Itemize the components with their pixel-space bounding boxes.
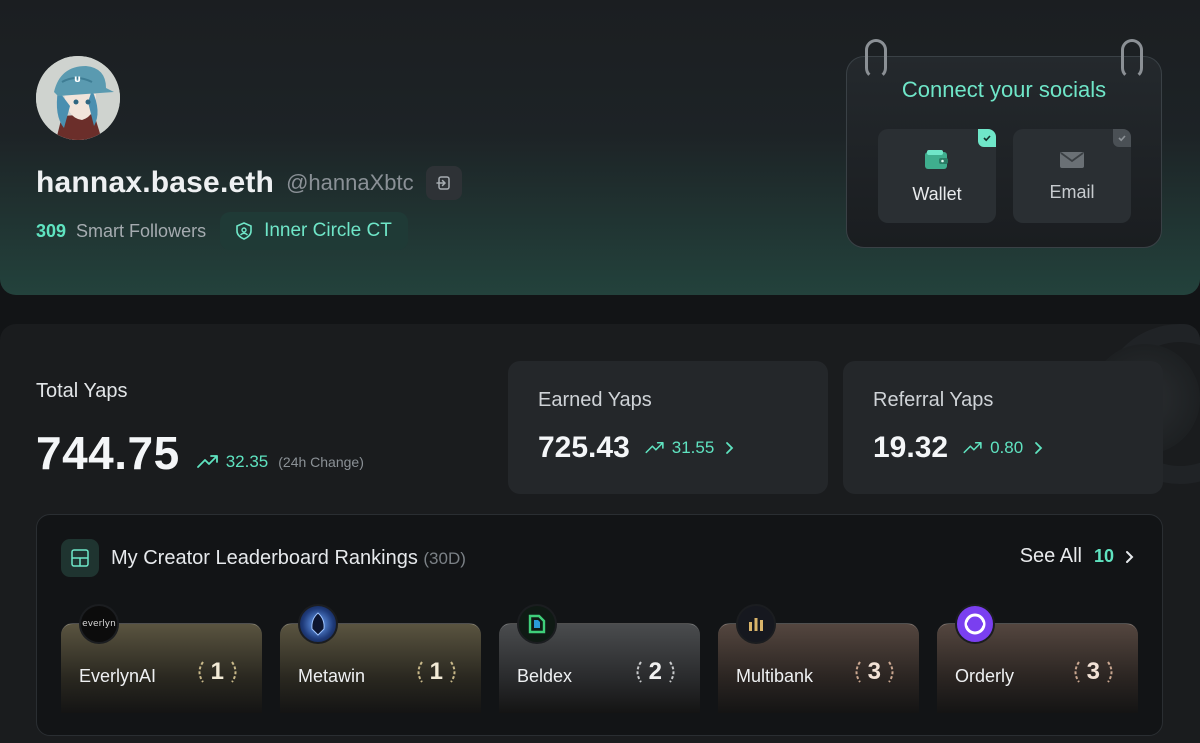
wallet-tile[interactable]: Wallet	[878, 129, 996, 223]
rank-card-orderly[interactable]: Orderly 3	[937, 604, 1138, 713]
leaderboard-period: (30D)	[423, 549, 466, 568]
email-label: Email	[1049, 181, 1095, 202]
rank-number: 1	[429, 658, 443, 685]
rank-number: 3	[1086, 658, 1100, 685]
referral-yaps-card[interactable]: Referral Yaps 19.32 0.80	[843, 361, 1163, 494]
creator-leaderboard: My Creator Leaderboard Rankings (30D) Se…	[36, 514, 1163, 736]
laurel-right-icon	[231, 661, 237, 683]
mail-icon	[1060, 151, 1084, 168]
connected-check-icon	[978, 129, 996, 147]
rank-card-beldex[interactable]: Beldex 2	[499, 604, 700, 713]
laurel-left-icon	[1074, 661, 1080, 683]
username-row: hannax.base.eth @hannaXbtc	[36, 166, 462, 200]
see-all-count: 10	[1093, 546, 1114, 566]
email-tile[interactable]: Email	[1013, 129, 1131, 223]
trend-up-icon	[196, 455, 218, 468]
everlynai-logo-text: everlyn	[82, 619, 116, 629]
earned-yaps-value: 725.43	[538, 431, 630, 464]
earned-yaps-row: 725.43 31.55	[538, 431, 734, 465]
total-yaps-value: 744.75	[36, 427, 180, 479]
rank-name: EverlynAI	[79, 666, 157, 686]
earned-yaps-change: 31.55	[671, 438, 715, 457]
referral-yaps-value: 19.32	[873, 431, 949, 464]
everlynai-logo: everlyn	[79, 604, 119, 644]
total-yaps-label: Total Yaps	[36, 380, 128, 402]
rank-badge: 2	[633, 658, 678, 686]
binder-ring-left	[865, 39, 887, 79]
unconnected-check-icon	[1113, 129, 1131, 147]
see-all-label: See All	[1019, 545, 1082, 567]
chevron-right-icon	[1126, 550, 1134, 563]
rank-card-metawin[interactable]: Metawin 1	[280, 604, 481, 713]
rank-badge: 1	[414, 658, 459, 686]
referral-yaps-row: 19.32 0.80	[873, 431, 1043, 465]
referral-yaps-label: Referral Yaps	[873, 389, 994, 411]
svg-text:ᴜ: ᴜ	[74, 74, 81, 85]
handle[interactable]: @hannaXbtc	[286, 170, 414, 196]
referral-yaps-change: 0.80	[990, 438, 1024, 457]
multibank-logo	[736, 604, 776, 644]
total-yaps-change: 32.35	[225, 452, 269, 471]
rank-number: 3	[867, 658, 881, 685]
socials-title: Connect your socials	[901, 77, 1107, 102]
change-note: (24h Change)	[278, 454, 364, 470]
wallet-icon	[925, 149, 948, 169]
logout-button[interactable]	[425, 166, 462, 200]
beldex-logo	[517, 604, 557, 644]
rank-badge: 3	[1071, 658, 1116, 686]
laurel-left-icon	[417, 661, 423, 683]
chevron-right-icon	[726, 442, 734, 454]
see-all-link[interactable]: See All 10	[1020, 545, 1134, 568]
laurel-right-icon	[669, 661, 675, 683]
earned-yaps-card[interactable]: Earned Yaps 725.43 31.55	[508, 361, 828, 494]
followers-label: Smart Followers	[76, 220, 207, 241]
yaps-stats-panel: Total Yaps 744.75 32.35 (24h Change) Ear…	[0, 324, 1200, 743]
rank-badge: 1	[195, 658, 240, 686]
laurel-right-icon	[450, 661, 456, 683]
earned-yaps-label: Earned Yaps	[538, 389, 652, 411]
followers-row: 309 Smart Followers Inner Circle CT	[36, 212, 408, 250]
metawin-logo	[298, 604, 338, 644]
rank-name: Metawin	[298, 666, 366, 686]
orderly-logo	[955, 604, 995, 644]
total-yaps-trend: 32.35 (24h Change)	[196, 452, 364, 480]
leaderboard-title-text: My Creator Leaderboard Rankings	[111, 547, 418, 569]
rank-card-everlynai[interactable]: everlyn EverlynAI 1	[61, 604, 262, 713]
laurel-right-icon	[888, 661, 894, 683]
leaderboard-icon	[61, 539, 99, 577]
binder-ring-right	[1121, 39, 1143, 79]
laurel-right-icon	[1107, 661, 1113, 683]
rank-name: Multibank	[736, 666, 814, 686]
inner-circle-badge[interactable]: Inner Circle CT	[220, 212, 408, 250]
laurel-left-icon	[198, 661, 204, 683]
avatar[interactable]: ᴜ	[36, 56, 120, 140]
rank-name: Orderly	[955, 666, 1015, 686]
followers-count: 309	[36, 220, 67, 241]
logout-icon	[435, 176, 450, 190]
rank-name: Beldex	[517, 666, 573, 686]
wallet-label: Wallet	[912, 183, 962, 204]
laurel-left-icon	[855, 661, 861, 683]
shield-icon	[236, 222, 252, 240]
display-name: hannax.base.eth	[36, 166, 275, 199]
rank-number: 2	[648, 658, 662, 685]
badge-label: Inner Circle CT	[264, 220, 392, 241]
leaderboard-title: My Creator Leaderboard Rankings (30D)	[111, 547, 466, 570]
total-yaps-row: 744.75 32.35 (24h Change)	[36, 426, 364, 480]
chevron-right-icon	[1035, 442, 1043, 454]
trend-up-icon	[645, 441, 664, 454]
trend-up-icon	[963, 441, 982, 454]
avatar-image: ᴜ	[36, 56, 120, 140]
rank-number: 1	[210, 658, 224, 685]
profile-header: ᴜ hannax.base.eth @hannaXbtc 309 Smart F…	[0, 0, 1200, 295]
laurel-left-icon	[636, 661, 642, 683]
rank-card-multibank[interactable]: Multibank 3	[718, 604, 919, 713]
rank-badge: 3	[852, 658, 897, 686]
connect-socials-card: Connect your socials Wallet Email	[846, 39, 1162, 248]
